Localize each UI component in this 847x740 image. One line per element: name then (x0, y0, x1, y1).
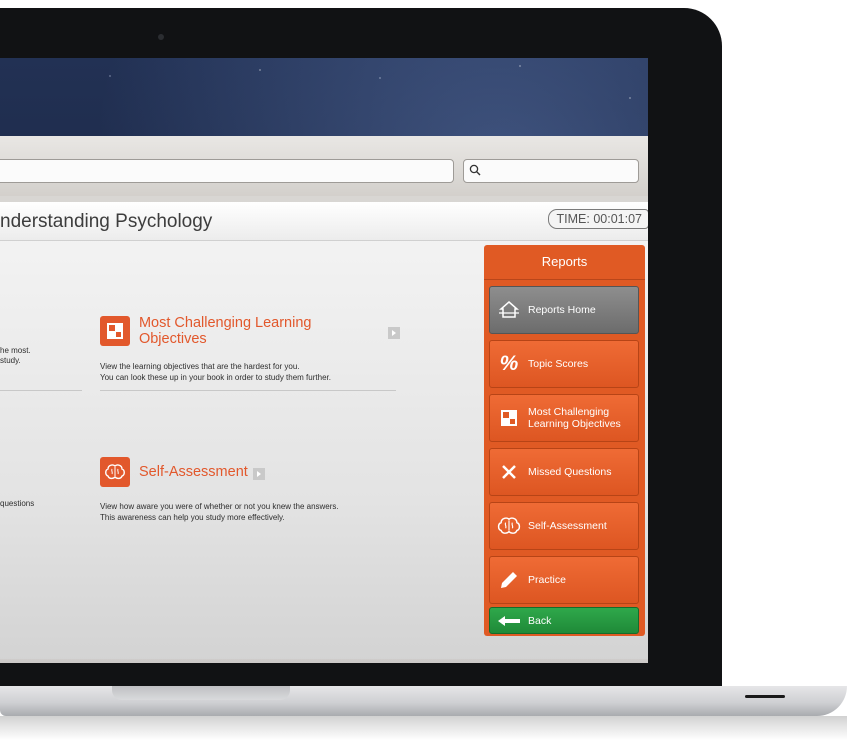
x-icon (502, 465, 516, 479)
back-label: Back (528, 614, 552, 627)
camera-icon (158, 34, 164, 40)
missed-questions-label: Missed Questions (528, 466, 612, 478)
objectives-icon (501, 410, 517, 426)
laptop-notch (112, 686, 290, 700)
topic-scores-label: Topic Scores (528, 358, 589, 370)
left-card-text-3: questions (0, 499, 35, 508)
play-arrow-icon[interactable] (388, 326, 400, 339)
self-assessment-desc-line1: View how aware you were of whether or no… (100, 502, 339, 511)
reports-heading: Reports (484, 245, 645, 280)
main-content: nderstanding Psychology TIME: 00:01:07 h… (0, 202, 648, 663)
self-assessment-card-title[interactable]: Self-Assessment (139, 464, 248, 480)
practice-button[interactable]: Practice (489, 556, 639, 604)
page-title: nderstanding Psychology (0, 211, 213, 232)
left-card-text-1: he most. (0, 346, 31, 355)
play-arrow-icon[interactable] (252, 467, 265, 480)
left-card-text-2: study. (0, 356, 21, 365)
timer-badge: TIME: 00:01:07 (547, 209, 648, 229)
missed-questions-button[interactable]: Missed Questions (489, 448, 639, 496)
browser-toolbar (0, 136, 648, 196)
objectives-desc-line1: View the learning objectives that are th… (100, 362, 300, 371)
status-strip (0, 659, 648, 663)
base-slot (745, 695, 785, 698)
self-assessment-desc-line2: This awareness can help you study more e… (100, 512, 285, 522)
brain-icon[interactable] (100, 457, 130, 487)
objectives-card: Most Challenging Learning Objectives Vie… (100, 315, 400, 383)
search-input[interactable] (463, 159, 639, 183)
most-challenging-label-1: Most Challenging (528, 406, 610, 418)
laptop-shadow (0, 716, 847, 740)
objectives-card-title[interactable]: Most Challenging Learning Objectives (139, 315, 383, 347)
self-assessment-button[interactable]: Self-Assessment (489, 502, 639, 550)
search-icon (469, 164, 481, 176)
arrow-left-icon (498, 615, 520, 626)
title-bar: nderstanding Psychology TIME: 00:01:07 (0, 202, 648, 241)
back-button[interactable]: Back (489, 607, 639, 634)
self-assessment-label: Self-Assessment (528, 520, 607, 532)
pencil-icon (501, 572, 517, 588)
most-challenging-label-2: Learning Objectives (528, 418, 621, 430)
app-window: nderstanding Psychology TIME: 00:01:07 h… (0, 136, 648, 663)
self-assessment-card: Self-Assessment View how aware you were … (100, 457, 400, 523)
screen: nderstanding Psychology TIME: 00:01:07 h… (0, 58, 648, 663)
objectives-desc-line2: You can look these up in your book in or… (100, 372, 331, 382)
topic-scores-button[interactable]: % Topic Scores (489, 340, 639, 388)
card-divider (100, 390, 396, 391)
reports-home-button[interactable]: Reports Home (489, 286, 639, 334)
left-divider (0, 390, 82, 391)
reports-panel: Reports Reports Home % Topic Scores Most… (484, 245, 645, 636)
reports-home-label: Reports Home (528, 304, 596, 316)
percent-icon: % (499, 352, 519, 375)
objectives-icon[interactable] (100, 316, 130, 346)
laptop-lid: nderstanding Psychology TIME: 00:01:07 h… (0, 8, 722, 688)
most-challenging-button[interactable]: Most Challenging Learning Objectives (489, 394, 639, 442)
address-bar[interactable] (0, 159, 454, 183)
house-icon (499, 301, 519, 318)
practice-label: Practice (528, 574, 566, 586)
brain-icon (497, 517, 521, 534)
